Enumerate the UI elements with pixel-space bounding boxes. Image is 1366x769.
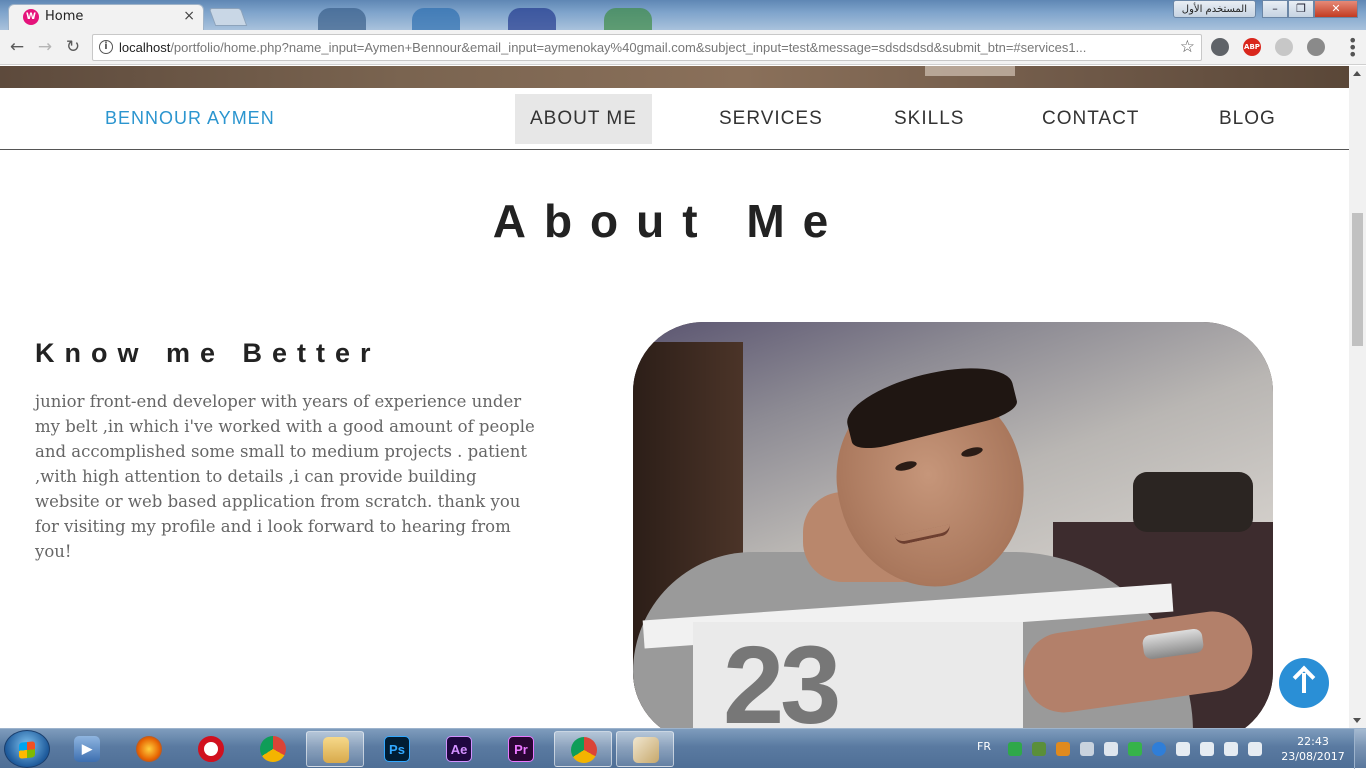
hero-image-strip — [0, 66, 1349, 88]
site-info-icon[interactable]: i — [99, 40, 113, 54]
taskbar-opera[interactable] — [182, 731, 240, 767]
scroll-up-arrow-icon[interactable] — [1353, 71, 1361, 76]
taskbar-photoshop[interactable]: Ps — [368, 731, 426, 767]
background-blur — [412, 8, 460, 30]
taskbar-media-player[interactable]: ▶ — [58, 731, 116, 767]
profile-photo: 23 — [633, 322, 1273, 728]
after-effects-icon: Ae — [446, 736, 472, 762]
url-text[interactable]: localhost/portfolio/home.php?name_input=… — [119, 40, 1169, 55]
taskbar-paint[interactable] — [616, 731, 674, 767]
taskbar-chrome-active[interactable] — [554, 731, 612, 767]
minimize-button[interactable]: – — [1262, 0, 1288, 18]
opera-icon — [198, 736, 224, 762]
taskbar-after-effects[interactable]: Ae — [430, 731, 488, 767]
close-window-button[interactable]: ✕ — [1314, 0, 1358, 18]
tray-warning-icon[interactable] — [1056, 742, 1070, 756]
clock-date: 23/08/2017 — [1281, 750, 1345, 763]
profile-button[interactable]: المستخدم الأول — [1172, 0, 1256, 18]
scroll-thumb[interactable] — [1352, 213, 1363, 346]
chrome-icon — [260, 736, 286, 762]
nav-services[interactable]: SERVICES — [704, 94, 838, 144]
tray-network-share-icon[interactable] — [1032, 742, 1046, 756]
site-navbar: BENNOUR AYMEN ABOUT ME SERVICES SKILLS C… — [0, 88, 1349, 150]
action-center-flag-icon[interactable] — [1224, 742, 1238, 756]
bookmark-star-icon[interactable]: ☆ — [1180, 37, 1195, 57]
back-arrow-icon[interactable]: ← — [6, 37, 28, 59]
taskbar-firefox[interactable] — [120, 731, 178, 767]
forward-arrow-icon[interactable]: → — [34, 37, 56, 59]
signal-icon[interactable] — [1200, 742, 1214, 756]
nav-blog[interactable]: BLOG — [1204, 94, 1291, 144]
new-tab-button[interactable] — [208, 8, 248, 26]
adblock-icon[interactable]: ABP — [1243, 38, 1261, 56]
photoshop-icon: Ps — [384, 736, 410, 762]
taskbar-chrome[interactable] — [244, 731, 302, 767]
puzzle-icon[interactable] — [1275, 38, 1293, 56]
clock-time: 22:43 — [1297, 735, 1329, 748]
compass-icon[interactable] — [1211, 38, 1229, 56]
nav-skills[interactable]: SKILLS — [879, 94, 979, 144]
tab-title: Home — [45, 9, 84, 24]
address-bar[interactable]: i localhost/portfolio/home.php?name_inpu… — [92, 34, 1202, 61]
window-controls: المستخدم الأول – ❐ ✕ — [1172, 0, 1358, 20]
taskbar-file-explorer[interactable] — [306, 731, 364, 767]
chrome-icon — [571, 737, 597, 763]
language-indicator[interactable]: FR — [977, 740, 991, 753]
battery-icon[interactable] — [1248, 742, 1262, 756]
browser-tab-home[interactable]: W Home × — [8, 4, 204, 30]
scroll-down-arrow-icon[interactable] — [1353, 718, 1361, 723]
browser-tab-strip: W Home × المستخدم الأول – ❐ ✕ — [0, 0, 1366, 30]
nav-contact[interactable]: CONTACT — [1027, 94, 1154, 144]
wamp-favicon-icon: W — [23, 9, 39, 25]
media-player-icon: ▶ — [74, 736, 100, 762]
tray-lightning-icon[interactable] — [1152, 742, 1166, 756]
bio-paragraph: junior front-end developer with years of… — [35, 392, 535, 561]
folder-icon — [323, 737, 349, 763]
background-blur — [508, 8, 556, 30]
firefox-icon — [136, 736, 162, 762]
taskbar-premiere[interactable]: Pr — [492, 731, 550, 767]
nav-about-me[interactable]: ABOUT ME — [515, 94, 652, 144]
page-viewport: BENNOUR AYMEN ABOUT ME SERVICES SKILLS C… — [0, 66, 1349, 728]
scroll-to-top-button[interactable] — [1279, 658, 1329, 708]
site-brand[interactable]: BENNOUR AYMEN — [105, 108, 275, 129]
page-scrollbar[interactable] — [1349, 66, 1366, 728]
premiere-icon: Pr — [508, 736, 534, 762]
show-desktop-button[interactable] — [1354, 729, 1366, 769]
shirt-number: 23 — [723, 624, 841, 728]
background-blur — [318, 8, 366, 30]
tray-device-icon[interactable] — [1080, 742, 1094, 756]
subsection-title: Know me Better — [35, 338, 381, 368]
restore-button[interactable]: ❐ — [1288, 0, 1314, 18]
shield-icon[interactable] — [1307, 38, 1325, 56]
tray-app-icon[interactable] — [1008, 742, 1022, 756]
tray-link-icon[interactable] — [1104, 742, 1118, 756]
browser-toolbar: ← → ↻ i localhost/portfolio/home.php?nam… — [0, 30, 1366, 65]
windows-logo-icon — [19, 741, 35, 759]
start-button[interactable] — [4, 730, 50, 768]
windows-taskbar: ▶ Ps Ae Pr FR 22:43 23/08/2017 — [0, 728, 1366, 769]
reload-icon[interactable]: ↻ — [62, 37, 84, 59]
section-title: About Me — [492, 195, 847, 247]
paint-palette-icon — [633, 737, 659, 763]
tab-close-icon[interactable]: × — [183, 8, 195, 24]
tray-utorrent-icon[interactable] — [1128, 742, 1142, 756]
menu-kebab-icon[interactable]: • • • — [1348, 33, 1357, 63]
background-blur — [604, 8, 652, 30]
system-clock[interactable]: 22:43 23/08/2017 — [1280, 734, 1346, 764]
volume-icon[interactable] — [1176, 742, 1190, 756]
